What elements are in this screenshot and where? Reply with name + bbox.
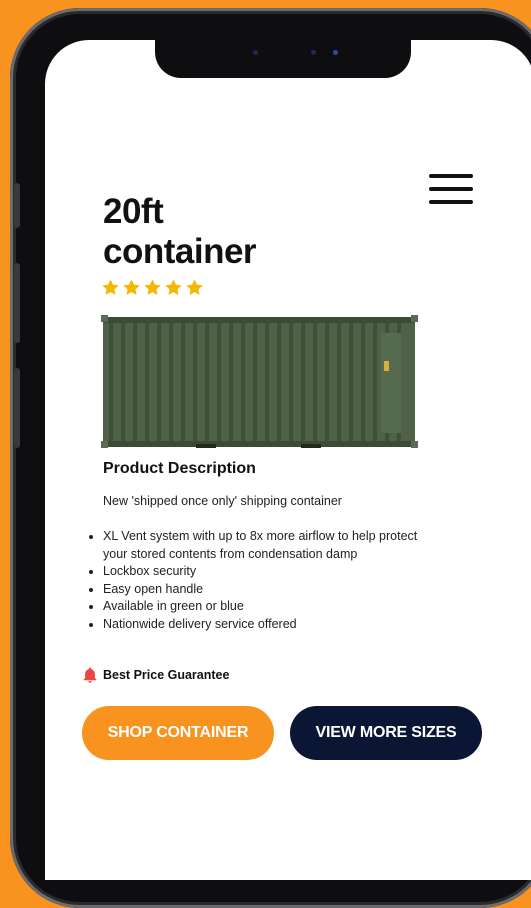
- container-rib: [217, 323, 221, 441]
- title-line-2: container: [103, 232, 257, 271]
- container-rib: [313, 323, 317, 441]
- container-rib: [289, 323, 293, 441]
- feature-item: Nationwide delivery service offered: [103, 616, 433, 634]
- container-rib: [277, 323, 281, 441]
- menu-bar: [429, 200, 473, 204]
- guarantee-label: Best Price Guarantee: [103, 668, 230, 682]
- star-icon: [102, 279, 119, 295]
- container-rib: [373, 323, 377, 441]
- container-rib: [133, 323, 137, 441]
- description-text: New 'shipped once only' shipping contain…: [103, 494, 342, 508]
- container-rib: [145, 323, 149, 441]
- star-icon: [165, 279, 182, 295]
- notch: [155, 40, 411, 78]
- container-image: [101, 313, 418, 450]
- sensor: [311, 50, 316, 55]
- container-rib: [265, 323, 269, 441]
- star-icon: [144, 279, 161, 295]
- view-more-sizes-button[interactable]: VIEW MORE SIZES: [290, 706, 482, 760]
- star-icon: [123, 279, 140, 295]
- container-rib: [325, 323, 329, 441]
- container-rib: [301, 323, 305, 441]
- container-rib: [349, 323, 353, 441]
- container-rib: [193, 323, 197, 441]
- price-guarantee: Best Price Guarantee: [81, 666, 229, 684]
- bell-icon: [83, 667, 97, 683]
- phone-frame: 20ft container Product Description New '…: [10, 8, 531, 908]
- container-rib: [241, 323, 245, 441]
- feature-item: Available in green or blue: [103, 598, 433, 616]
- title-line-1: 20ft: [103, 192, 164, 231]
- container-rib: [109, 323, 113, 441]
- description-heading: Product Description: [103, 460, 256, 477]
- feature-item: Lockbox security: [103, 563, 433, 581]
- side-button: [14, 183, 20, 228]
- volume-up-button: [14, 263, 20, 343]
- container-rib: [205, 323, 209, 441]
- container-rib: [181, 323, 185, 441]
- volume-down-button: [14, 368, 20, 448]
- container-rib: [253, 323, 257, 441]
- menu-bar: [429, 174, 473, 178]
- container-rib: [229, 323, 233, 441]
- shop-container-button[interactable]: SHOP CONTAINER: [82, 706, 274, 760]
- camera: [333, 50, 338, 55]
- menu-bar: [429, 187, 473, 191]
- feature-item: Easy open handle: [103, 581, 433, 599]
- container-rib: [337, 323, 341, 441]
- container-rib: [121, 323, 125, 441]
- container-rib: [361, 323, 365, 441]
- feature-item: XL Vent system with up to 8x more airflo…: [103, 528, 433, 563]
- phone-screen: 20ft container Product Description New '…: [45, 40, 531, 880]
- star-rating: [101, 278, 204, 297]
- container-rib: [157, 323, 161, 441]
- star-icon: [186, 279, 203, 295]
- feature-list: XL Vent system with up to 8x more airflo…: [83, 528, 433, 633]
- page-title: 20ft container: [103, 192, 363, 272]
- hamburger-menu-icon[interactable]: [429, 174, 473, 204]
- container-rib: [169, 323, 173, 441]
- sensor: [253, 50, 258, 55]
